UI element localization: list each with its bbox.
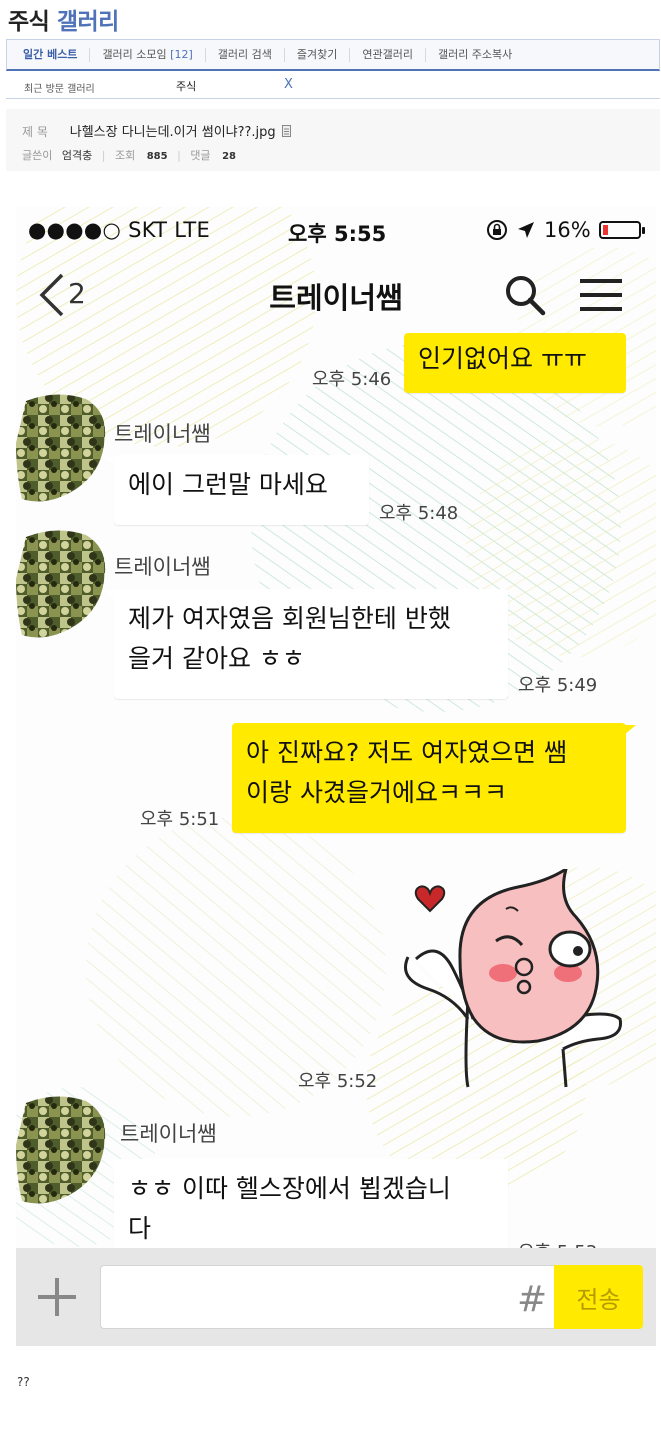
their-message-bubble[interactable]: 에이 그런말 마세요 — [114, 455, 369, 525]
recent-close-icon[interactable]: X — [284, 77, 293, 92]
chat-title: 트레이너쌤 — [269, 281, 403, 315]
nav-search[interactable]: 갤러리 검색 — [204, 47, 284, 62]
status-right: 16% — [486, 218, 645, 242]
gallery-title-suffix: 갤러리 — [56, 9, 119, 35]
message-line: 을거 같아요 ㅎㅎ — [128, 644, 305, 673]
nav-daily-best[interactable]: 일간 베스트 — [7, 48, 89, 62]
subject-label: 제 목 — [22, 125, 48, 139]
post-meta-row: 글쓴이 엄격충 | 조회 885 | 댓글 28 — [22, 149, 236, 162]
post-caption: ?? — [17, 1375, 30, 1389]
nav-meetup[interactable]: 갤러리 소모임 [12] — [89, 47, 204, 62]
message-line: 제가 여자였음 회원님한테 반했 — [128, 604, 451, 633]
post-info: 제 목 나헬스장 다니는데.이거 썸이냐??.jpg 글쓴이 엄격충 | 조회 … — [6, 109, 660, 171]
chat-input-bar: # 전송 — [16, 1248, 656, 1346]
their-message-bubble[interactable]: 제가 여자였음 회원님한테 반했 을거 같아요 ㅎㅎ — [114, 589, 508, 699]
search-icon[interactable] — [503, 273, 547, 317]
gallery-nav: 일간 베스트 갤러리 소모임 [12] 갤러리 검색 즐겨찾기 연관갤러리 갤러… — [6, 39, 660, 71]
message-text: 에이 그런말 마세요 — [128, 470, 328, 499]
message-line: ㅎㅎ 이따 헬스장에서 뵙겠습니 — [128, 1174, 451, 1203]
message-time: 오후 5:48 — [379, 503, 459, 524]
message-text: 인기없어요 ㅠㅠ — [418, 344, 587, 373]
sender-name: 트레이너쌤 — [114, 555, 211, 579]
nav-favorites[interactable]: 즐겨찾기 — [283, 47, 349, 62]
recent-label: 최근 방문 갤러리 — [24, 84, 95, 95]
status-bar: ●●●●○ SKT LTE 오후 5:55 16% — [16, 207, 656, 253]
post-subject-row: 제 목 나헬스장 다니는데.이거 썸이냐??.jpg — [22, 121, 291, 140]
carrier-signal: ●●●●○ SKT LTE — [28, 218, 211, 242]
attachment-icon[interactable] — [281, 125, 291, 137]
views-label: 조회 — [114, 149, 136, 162]
message-input[interactable]: # — [100, 1265, 616, 1329]
send-button[interactable]: 전송 — [554, 1265, 643, 1329]
comments-label: 댓글 — [190, 149, 211, 162]
message-time: 오후 5:52 — [298, 1071, 378, 1092]
recent-galleries-bar: 최근 방문 갤러리 주식 X — [6, 73, 660, 99]
comments-count: 28 — [222, 151, 236, 162]
nav-meetup-label: 갤러리 소모임 — [102, 47, 167, 61]
message-line: 다 — [128, 1214, 152, 1243]
rotation-lock-icon — [487, 220, 507, 240]
gallery-title-name: 주식 — [8, 9, 50, 35]
author-label: 글쓴이 — [22, 149, 53, 162]
menu-icon[interactable] — [578, 275, 624, 315]
chat-header: 2 트레이너쌤 — [16, 265, 656, 325]
peach-love-sticker[interactable] — [398, 869, 628, 1089]
message-time: 오후 5:46 — [312, 369, 392, 390]
post-subject: 나헬스장 다니는데.이거 썸이냐??.jpg — [69, 125, 276, 140]
sender-avatar[interactable] — [16, 529, 108, 641]
post-author[interactable]: 엄격충 — [62, 149, 92, 162]
message-time: 오후 5:51 — [140, 809, 220, 830]
message-line: 아 진짜요? 저도 여자였으면 쌤 — [246, 738, 568, 767]
status-time: 오후 5:55 — [288, 222, 387, 246]
nav-related[interactable]: 연관갤러리 — [349, 47, 425, 62]
message-line: 이랑 사겼을거에요ㅋㅋㅋ — [246, 778, 507, 807]
gallery-title[interactable]: 주식 갤러리 — [8, 2, 119, 36]
message-time: 오후 5:49 — [518, 675, 598, 696]
views-count: 885 — [146, 151, 168, 162]
sender-avatar[interactable] — [16, 393, 108, 505]
sender-avatar[interactable] — [16, 1095, 108, 1207]
nav-copy-address[interactable]: 갤러리 주소복사 — [424, 47, 524, 62]
nav-meetup-count: [12] — [170, 47, 193, 61]
battery-icon — [598, 221, 645, 239]
sender-name: 트레이너쌤 — [114, 422, 211, 446]
recent-gallery-link[interactable]: 주식 — [176, 78, 196, 94]
hashtag-button[interactable]: # — [517, 1279, 547, 1320]
my-message-bubble[interactable]: 아 진짜요? 저도 여자였으면 쌤 이랑 사겼을거에요ㅋㅋㅋ — [232, 723, 626, 833]
sender-name: 트레이너쌤 — [120, 1122, 217, 1146]
my-message-bubble[interactable]: 인기없어요 ㅠㅠ — [404, 333, 626, 393]
plus-icon[interactable] — [36, 1276, 78, 1318]
location-arrow-icon — [518, 222, 534, 238]
chat-screenshot: ●●●●○ SKT LTE 오후 5:55 16% 2 트레이너쌤 인기없어요 … — [16, 207, 656, 1346]
battery-percent: 16% — [544, 218, 591, 242]
